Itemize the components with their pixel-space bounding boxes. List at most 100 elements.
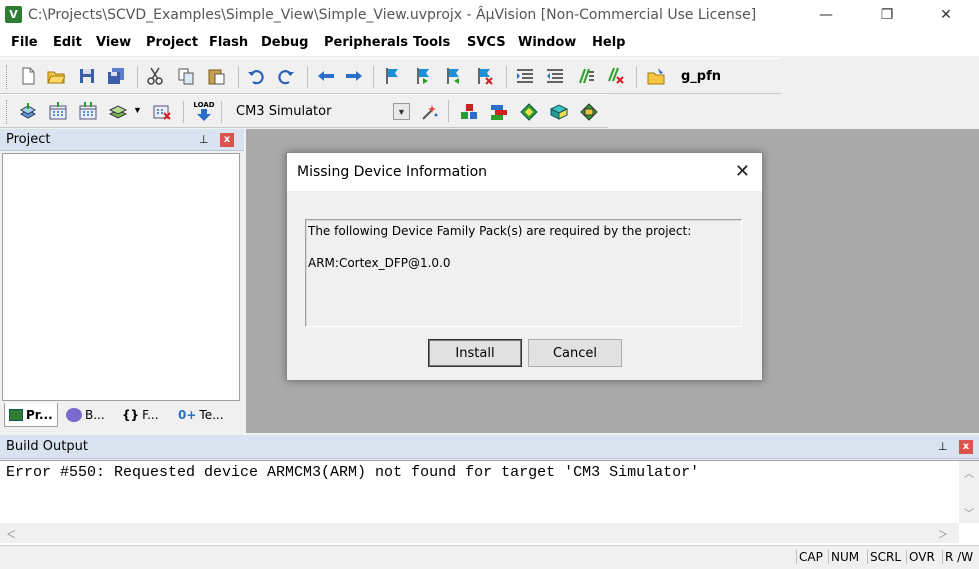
status-bar: CAP NUM SCRL OVR R /W: [0, 545, 979, 569]
project-panel-title: Project: [6, 132, 51, 147]
bookmark-next-icon[interactable]: [445, 67, 463, 85]
manage-components-icon[interactable]: [460, 103, 478, 121]
translate-icon[interactable]: [19, 102, 37, 120]
status-caps: CAP: [796, 550, 825, 564]
menu-flash[interactable]: Flash: [209, 35, 248, 50]
save-icon[interactable]: [78, 67, 96, 85]
pack-update-icon[interactable]: [580, 103, 598, 121]
menu-edit[interactable]: Edit: [53, 35, 82, 50]
toolbar-separator: [137, 66, 138, 88]
build-output-title: Build Output: [6, 439, 88, 454]
rebuild-icon[interactable]: [79, 102, 97, 120]
horizontal-scrollbar[interactable]: ＜ ＞: [0, 523, 959, 543]
open-folder-icon[interactable]: [47, 67, 65, 85]
pin-icon[interactable]: ⊥: [199, 133, 209, 146]
cut-icon[interactable]: [146, 67, 164, 85]
dialog-title-bar: Missing Device Information ✕: [287, 153, 762, 191]
target-options-icon[interactable]: [421, 103, 439, 121]
toolbar-grip[interactable]: [6, 100, 9, 124]
target-select-value: CM3 Simulator: [236, 104, 332, 119]
toolbar-separator: [307, 66, 308, 88]
find-text-field[interactable]: g_pfn: [681, 69, 721, 84]
batch-build-icon[interactable]: [109, 102, 127, 120]
close-panel-icon[interactable]: x: [959, 440, 973, 454]
chevron-down-icon[interactable]: ▼: [393, 103, 410, 120]
toolbar-separator: [506, 66, 507, 88]
pack-installer-icon[interactable]: [550, 103, 568, 121]
file-toolbar: g_pfn: [0, 58, 781, 94]
menu-project[interactable]: Project: [146, 35, 198, 50]
toolbar-separator: [636, 66, 637, 88]
scroll-right-icon[interactable]: ＞: [938, 526, 948, 541]
maximize-button[interactable]: ❐: [864, 0, 910, 30]
project-panel-header: Project ⊥ x: [0, 129, 244, 151]
menu-view[interactable]: View: [96, 35, 131, 50]
menu-bar: File Edit View Project Flash Debug Perip…: [0, 30, 979, 56]
undo-icon[interactable]: [247, 67, 265, 85]
title-bar: V C:\Projects\SCVD_Examples\Simple_View\…: [0, 0, 979, 30]
tab-functions[interactable]: {} F...: [118, 403, 163, 427]
chevron-down-icon[interactable]: ▼: [133, 105, 142, 115]
nav-back-icon[interactable]: [317, 67, 335, 85]
comment-icon[interactable]: [577, 67, 595, 85]
download-icon[interactable]: LOAD: [193, 100, 215, 122]
menu-debug[interactable]: Debug: [261, 35, 308, 50]
nav-forward-icon[interactable]: [345, 67, 363, 85]
tab-functions-label: F...: [142, 408, 159, 422]
minimize-button[interactable]: —: [803, 0, 849, 30]
close-panel-icon[interactable]: x: [220, 133, 234, 147]
tab-templates[interactable]: 0+ Te...: [174, 403, 228, 427]
window-title: C:\Projects\SCVD_Examples\Simple_View\Si…: [28, 7, 757, 23]
project-tree[interactable]: [2, 153, 240, 401]
menu-svcs[interactable]: SVCS: [467, 35, 506, 50]
install-button[interactable]: Install: [428, 339, 522, 367]
scroll-left-icon[interactable]: ＜: [6, 526, 16, 541]
bookmark-icon[interactable]: [384, 67, 402, 85]
rte-icon[interactable]: [490, 103, 508, 121]
find-in-files-icon[interactable]: [647, 67, 665, 85]
tab-books[interactable]: B...: [62, 403, 109, 427]
bookmark-prev-icon[interactable]: [415, 67, 433, 85]
tab-books-label: B...: [85, 408, 105, 422]
pin-icon[interactable]: ⊥: [938, 440, 948, 453]
copy-icon[interactable]: [177, 67, 195, 85]
build-icon[interactable]: [49, 102, 67, 120]
status-num: NUM: [828, 550, 861, 564]
select-packs-icon[interactable]: [520, 103, 538, 121]
vertical-scrollbar[interactable]: ︿ ﹀: [959, 461, 979, 523]
target-select[interactable]: CM3 Simulator ▼: [228, 100, 412, 124]
close-window-button[interactable]: ✕: [923, 0, 969, 30]
menu-help[interactable]: Help: [592, 35, 625, 50]
build-error-message: Error #550: Requested device ARMCM3(ARM)…: [6, 464, 700, 481]
save-all-icon[interactable]: [107, 67, 125, 85]
missing-device-dialog: Missing Device Information ✕ The followi…: [286, 152, 763, 381]
status-read-write: R /W: [942, 550, 975, 564]
build-output-text-area[interactable]: Error #550: Requested device ARMCM3(ARM)…: [0, 460, 979, 545]
toolbar-grip[interactable]: [6, 65, 9, 89]
indent-icon[interactable]: [516, 67, 534, 85]
new-file-icon[interactable]: [19, 67, 37, 85]
project-panel-tabs: Pr... B... {} F... 0+ Te...: [0, 401, 244, 431]
uncomment-icon[interactable]: [607, 67, 625, 85]
dialog-message: The following Device Family Pack(s) are …: [308, 224, 692, 238]
redo-icon[interactable]: [277, 67, 295, 85]
cancel-button[interactable]: Cancel: [528, 339, 622, 367]
functions-tab-icon: {}: [122, 408, 140, 422]
scroll-up-icon[interactable]: ︿: [964, 465, 974, 480]
dialog-close-icon[interactable]: ✕: [735, 161, 750, 182]
tab-templates-label: Te...: [199, 408, 224, 422]
menu-peripherals[interactable]: Peripherals: [324, 35, 408, 50]
scroll-down-icon[interactable]: ﹀: [964, 505, 974, 520]
menu-tools[interactable]: Tools: [413, 35, 450, 50]
build-output-panel: Build Output ⊥ x Error #550: Requested d…: [0, 435, 979, 545]
tab-project[interactable]: Pr...: [4, 403, 58, 427]
uvision-app-icon: V: [5, 6, 22, 23]
menu-file[interactable]: File: [11, 35, 38, 50]
templates-tab-icon: 0+: [178, 408, 197, 422]
status-overwrite: OVR: [906, 550, 937, 564]
bookmark-clear-icon[interactable]: [476, 67, 494, 85]
stop-build-icon[interactable]: [153, 102, 171, 120]
menu-window[interactable]: Window: [518, 35, 576, 50]
paste-icon[interactable]: [207, 67, 225, 85]
unindent-icon[interactable]: [546, 67, 564, 85]
